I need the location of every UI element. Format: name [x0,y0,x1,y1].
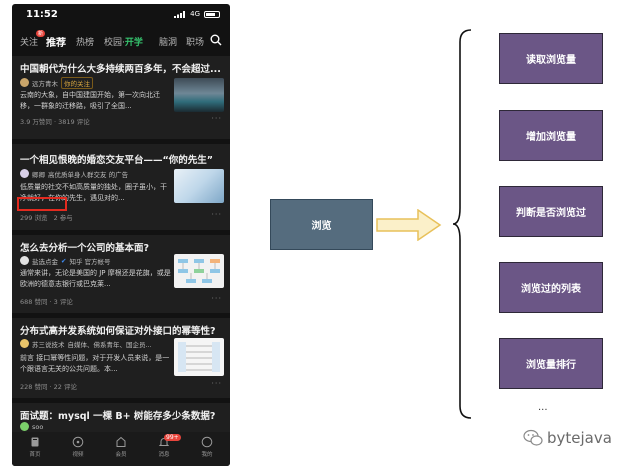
card-meta: 688 赞同 · 3 评论 [20,298,73,306]
author-name: 远方青木 [32,79,58,88]
more-options-icon[interactable]: ··· [211,379,222,388]
card-thumbnail[interactable] [174,254,224,288]
wechat-icon [523,429,543,446]
card-thumbnail[interactable] [174,169,224,203]
card-author: 远方青木 你的关注 [20,76,93,89]
tab-campus[interactable]: 校园·开学 [104,35,143,48]
avatar [20,78,29,87]
message-badge: 99+ [164,434,181,441]
feed-card[interactable]: 分布式高并发系统如何保证对外接口的幂等性? 苏三说技术 自媒体、佛系青年、国企员… [12,318,230,398]
card-meta: 3.9 万赞同 · 3819 评论 [20,118,90,126]
follow-tag: 你的关注 [61,76,93,89]
feed-tabs: 关注 新 推荐 热榜 校园·开学 脑洞 职场 [12,30,230,52]
card-title[interactable]: 分布式高并发系统如何保证对外接口的幂等性? [20,323,224,337]
video-icon [72,436,84,448]
tab-hot[interactable]: 热榜 [76,35,94,48]
author-desc: 高优质单身人群交友 的广告 [48,170,129,179]
status-bar: 11:52 4G [12,4,230,24]
card-title[interactable]: 怎么去分析一个公司的基本面? [20,240,224,254]
nav-member[interactable]: 会员 [106,436,136,458]
tab-follow[interactable]: 关注 [20,35,38,48]
nav-profile-label: 我的 [201,452,213,458]
more-options-icon[interactable]: ··· [211,294,222,303]
card-meta: 228 赞同 · 22 评论 [20,383,78,391]
tab-recommend[interactable]: 推荐 [46,34,66,49]
nav-home-label: 首页 [29,452,41,458]
nav-profile[interactable]: 我的 [192,436,222,458]
avatar [20,169,29,178]
card-title[interactable]: 面试题：mysql 一棵 B+ 树能存多少条数据? [20,408,224,422]
card-author: 苏三说技术 自媒体、佛系青年、国企员... [20,338,152,349]
action-read-views: 读取浏览量 [499,33,603,84]
member-icon [116,436,126,447]
status-time: 11:52 [26,9,58,20]
tab-campus-label: 校园· [104,38,125,48]
battery-icon [204,11,220,18]
participant-count: 2 参与 [53,214,73,222]
search-icon[interactable] [210,34,222,46]
card-author: soo [20,421,43,432]
card-snippet[interactable]: 通常来讲，无论是美国的 JP 摩根还是花旗，或是欧洲的德意志银行或巴克莱... [20,268,172,290]
feed-card[interactable]: 面试题：mysql 一棵 B+ 树能存多少条数据? soo [12,403,230,433]
author-desc: 自媒体、佛系青年、国企员... [67,340,152,349]
feed-card[interactable]: 一个相见恨晚的婚恋交友平台——“你的先生” 卿卿 高优质单身人群交友 的广告 低… [12,144,230,230]
nav-member-label: 会员 [115,452,127,458]
card-title[interactable]: 中国朝代为什么大多持续两百多年，不会超过... [20,61,224,75]
more-items-ellipsis: ... [538,402,548,413]
tab-career[interactable]: 职场 [186,35,204,48]
card-meta: 299 浏览 2 参与 [20,212,73,222]
follow-badge: 新 [36,30,46,37]
action-check-viewed: 判断是否浏览过 [499,186,603,237]
avatar [20,256,29,265]
nav-messages-label: 消息 [158,452,170,458]
phone-screenshot: 11:52 4G 关注 新 推荐 热榜 校园·开学 脑洞 职场 中国朝代为什么大… [12,4,230,466]
card-title[interactable]: 一个相见恨晚的婚恋交友平台——“你的先生” [20,152,224,166]
nav-home[interactable]: 首页 [20,436,50,458]
card-thumbnail[interactable] [174,338,224,376]
home-icon [31,437,39,447]
bottom-nav: 首页 视频 会员 99+ 消息 我的 [12,432,230,466]
card-snippet[interactable]: 云南的大象，自中国建国开始，第一次向北迁移，一群象的迁移路，吸引了全国... [20,90,172,112]
author-name: soo [32,422,44,431]
tab-campus-kai: 开学 [124,38,143,48]
more-options-icon[interactable]: ··· [211,210,222,219]
right-arrow-icon [376,209,442,241]
profile-icon [201,436,213,448]
nav-messages[interactable]: 99+ 消息 [149,434,181,458]
action-view-ranking: 浏览量排行 [499,338,603,389]
author-name: 卿卿 [32,170,45,179]
feed-card[interactable]: 中国朝代为什么大多持续两百多年，不会超过... 远方青木 你的关注 云南的大象，… [12,56,230,139]
watermark: bytejava [523,428,612,448]
avatar [20,422,29,431]
author-source: 知乎 官方帐号 [69,257,111,266]
card-snippet[interactable]: 前言 接口幂等性问题，对于开发人员来说，是一个跟语言无关的公共问题。本... [20,353,172,375]
avatar [20,339,29,348]
card-author: 卿卿 高优质单身人群交友 的广告 [20,168,128,179]
author-name: 苏三说技术 [32,340,65,349]
curly-brace [452,29,472,419]
nav-video[interactable]: 视频 [63,436,93,458]
card-author: 盐选点金 ✔ 知乎 官方帐号 [20,255,111,266]
browse-node: 浏览 [270,199,373,250]
view-count: 299 浏览 [20,214,48,222]
watermark-text: bytejava [547,429,612,447]
card-thumbnail[interactable] [174,78,224,112]
view-count-highlight [17,197,67,211]
action-viewed-list: 浏览过的列表 [499,262,603,313]
signal-icon [174,11,185,18]
more-options-icon[interactable]: ··· [211,114,222,123]
author-name: 盐选点金 [32,257,58,266]
nav-video-label: 视频 [72,452,84,458]
verified-icon: ✔ [61,256,67,265]
action-increment-views: 增加浏览量 [499,110,603,161]
tab-brainhole[interactable]: 脑洞 [159,35,177,48]
network-label: 4G [190,10,200,18]
feed-card[interactable]: 怎么去分析一个公司的基本面? 盐选点金 ✔ 知乎 官方帐号 通常来讲，无论是美国… [12,235,230,313]
